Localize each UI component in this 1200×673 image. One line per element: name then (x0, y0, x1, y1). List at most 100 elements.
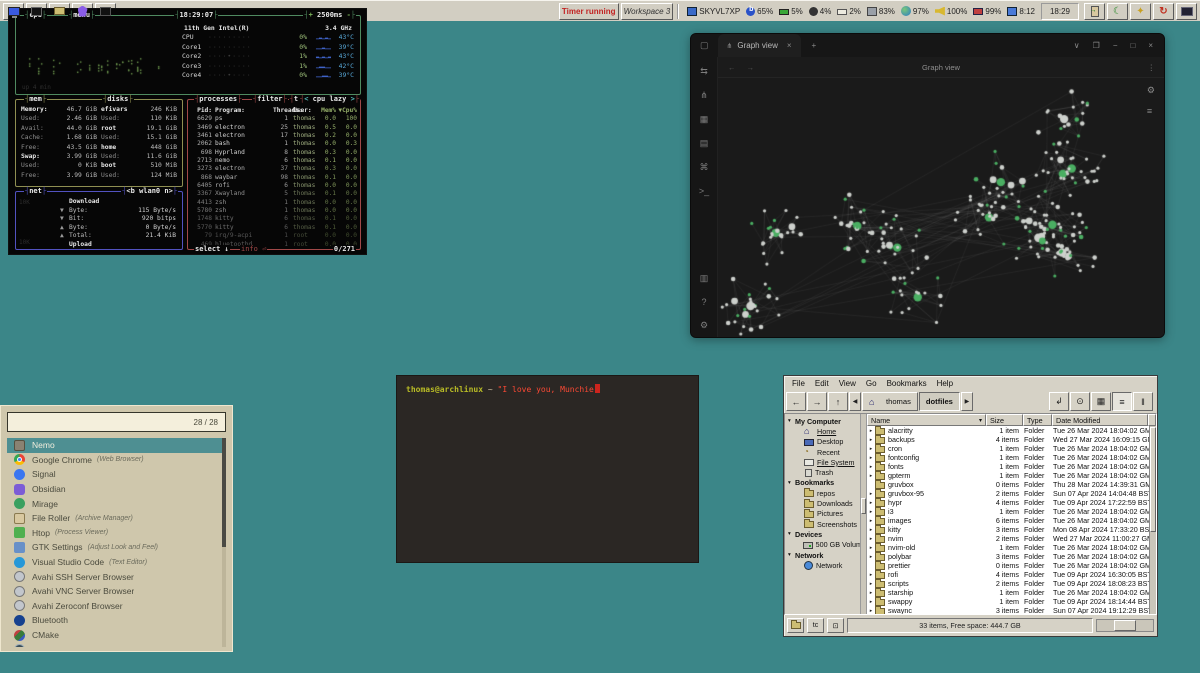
process-row[interactable]: 868 waybar 98 thomas 0.1 0.0 (188, 174, 360, 182)
clock[interactable]: 18:29 (1041, 3, 1079, 20)
expander-icon[interactable]: ▸ (867, 473, 875, 479)
launcher-item[interactable]: Mirage (7, 496, 226, 511)
process-row[interactable]: 6405 rofi 6 thomas 0.0 0.0 (188, 182, 360, 190)
sidebar-item[interactable]: Screenshots (785, 519, 866, 529)
forward-icon[interactable]: → (747, 63, 755, 72)
sidebar-item[interactable]: ▾ Network (785, 550, 866, 560)
column-date[interactable]: Date Modified (1052, 414, 1148, 426)
file-row[interactable]: ▸ images 6 items Folder Tue 26 Mar 2024 … (867, 516, 1149, 525)
file-row[interactable]: ▸ backups 4 items Folder Wed 27 Mar 2024… (867, 435, 1149, 444)
launcher-item[interactable]: GTK Settings (Adjust Look and Feel) (7, 540, 226, 555)
expander-icon[interactable]: ▸ (867, 518, 875, 524)
settings-icon[interactable]: ⚙ (700, 320, 708, 331)
graph-view-pane[interactable]: ⚙ ≡ (718, 77, 1164, 338)
menu-item[interactable]: Bookmarks (882, 379, 932, 388)
expander-icon[interactable]: ▸ (867, 536, 875, 542)
menu-item[interactable]: Edit (810, 379, 834, 388)
launcher-item[interactable]: Avahi Zeroconf Browser (7, 599, 226, 614)
launcher-item[interactable]: Electron 28 (7, 642, 226, 647)
up-button[interactable]: ↑ (828, 392, 848, 411)
net-interface-label[interactable]: <b wlan0 n> (121, 187, 178, 196)
column-size[interactable]: Size (986, 414, 1023, 426)
file-row[interactable]: ▸ nvim 2 items Folder Wed 27 Mar 2024 11… (867, 534, 1149, 543)
volume-tray-icon[interactable]: 100% (935, 7, 967, 16)
memory-tray-icon[interactable]: 99% (973, 7, 1001, 16)
process-row[interactable]: 698 Hyprland 8 thomas 0.3 0.0 (188, 149, 360, 157)
terminal-window[interactable]: thomas@archlinux ~ "I love you, Munchie (396, 375, 699, 563)
daily-note-icon[interactable]: ▤ (700, 138, 709, 149)
process-row[interactable]: 3273 electron 37 thomas 0.3 0.0 (188, 165, 360, 173)
menu-item[interactable]: Go (861, 379, 882, 388)
battery-tray-icon[interactable]: 5% (779, 7, 803, 16)
expander-icon[interactable]: ▸ (867, 527, 875, 533)
process-row[interactable]: 2062 bash 1 thomas 0.0 0.3 (188, 140, 360, 148)
expander-icon[interactable]: ▸ (867, 572, 875, 578)
expander-icon[interactable]: ▸ (867, 581, 875, 587)
launcher-item[interactable]: Nemo (7, 438, 226, 453)
file-row[interactable]: ▸ fonts 1 item Folder Tue 26 Mar 2024 18… (867, 462, 1149, 471)
file-row[interactable]: prettier 0 items Folder Tue 26 Mar 2024 … (867, 561, 1149, 570)
vault-switcher-icon[interactable]: ▥ (700, 273, 709, 284)
fan-tray-icon[interactable]: 4% (809, 7, 832, 16)
sidebar-item[interactable]: Downloads (785, 498, 866, 508)
expander-icon[interactable]: ▸ (867, 437, 875, 443)
sidebar-item[interactable]: Trash (785, 467, 866, 477)
network2-tray-icon[interactable]: 8:12 (1007, 7, 1035, 16)
process-row[interactable]: 2713 nemo 6 thomas 0.1 0.0 (188, 157, 360, 165)
file-row[interactable]: ▸ hypr 4 items Folder Tue 09 Apr 2024 17… (867, 498, 1149, 507)
side-pane-places-button[interactable] (787, 618, 804, 633)
suspend-icon[interactable] (1107, 3, 1128, 20)
timer-running-button[interactable]: Timer running (559, 3, 619, 20)
restart-icon[interactable] (1153, 3, 1174, 20)
launcher-item[interactable]: Google Chrome (Web Browser) (7, 453, 226, 468)
workspace-indicator[interactable]: Workspace 3 (621, 3, 674, 20)
terminal-icon[interactable]: >_ (699, 186, 709, 196)
file-row[interactable]: ▸ fontconfig 1 item Folder Tue 26 Mar 20… (867, 453, 1149, 462)
process-table-header[interactable]: Pid: Program: Threads: User: Mem% ▼Cpu% (188, 107, 360, 115)
launcher-scrollbar[interactable] (222, 438, 226, 647)
sidebar-item[interactable]: ▾ My Computer (785, 416, 866, 426)
sidebar-scrollbar[interactable] (860, 414, 866, 614)
expander-icon[interactable]: ▸ (867, 590, 875, 596)
expander-icon[interactable]: ▸ (867, 545, 875, 551)
canvas-icon[interactable]: ▦ (700, 114, 709, 125)
launcher-search-input[interactable]: 28 / 28 (7, 412, 226, 432)
logout-icon[interactable] (1084, 3, 1105, 20)
launcher-item[interactable]: Signal (7, 467, 226, 482)
process-row[interactable]: 5770 kitty 6 thomas 0.1 0.0 (188, 224, 360, 232)
file-row[interactable]: ▸ scripts 2 items Folder Tue 09 Apr 2024… (867, 579, 1149, 588)
processes-sort-control[interactable]: < cpu lazy > (299, 95, 360, 104)
process-row[interactable]: 79 irq/9-acpi 1 root 0.0 0.0 (188, 232, 360, 240)
forward-button[interactable]: → (807, 392, 827, 411)
sidebar-item[interactable]: Network (785, 560, 866, 570)
chevron-down-icon[interactable]: ∨ (1074, 41, 1080, 50)
expander-icon[interactable]: ▸ (867, 455, 875, 461)
launcher-item[interactable]: File Roller (Archive Manager) (7, 511, 226, 526)
graph-canvas[interactable] (718, 78, 1164, 338)
launcher-item[interactable]: Obsidian (7, 482, 226, 497)
process-row[interactable]: 3461 electron 17 thomas 0.2 0.0 (188, 132, 360, 140)
menu-item[interactable]: View (834, 379, 861, 388)
globe-tray-icon[interactable]: 97% (901, 6, 929, 16)
process-select-hint[interactable]: select ↓ (194, 245, 230, 254)
sidebar-item[interactable]: Recent (785, 447, 866, 457)
path-scroll-left-button[interactable]: ◀ (849, 392, 861, 411)
dual-pane-button[interactable]: ‖ (1133, 392, 1153, 411)
battery2-tray-icon[interactable]: 2% (837, 7, 861, 16)
expander-icon[interactable]: ▸ (867, 509, 875, 515)
tab-close-icon[interactable]: × (787, 41, 792, 50)
tab-graph-view[interactable]: ⋔ Graph view × (718, 34, 801, 57)
sidebar-item[interactable]: Pictures (785, 509, 866, 519)
help-icon[interactable]: ? (701, 297, 706, 307)
path-scroll-right-button[interactable]: ▶ (961, 392, 973, 411)
expander-icon[interactable]: ▸ (867, 446, 875, 452)
file-row[interactable]: ▸ cron 1 item Folder Tue 26 Mar 2024 18:… (867, 444, 1149, 453)
back-icon[interactable]: ← (728, 63, 736, 72)
expander-icon[interactable]: ▸ (867, 491, 875, 497)
horizontal-scrollbar[interactable] (1096, 619, 1154, 632)
file-list-scrollbar[interactable] (1149, 426, 1156, 614)
sidebar-item[interactable]: Home (785, 426, 866, 436)
command-palette-icon[interactable]: ⌘ (699, 162, 708, 173)
obsidian-titlebar[interactable]: ▢ ⋔ Graph view × + ∨ ❐ − □ × (691, 34, 1164, 57)
layout-icon[interactable]: ❐ (1093, 41, 1100, 50)
